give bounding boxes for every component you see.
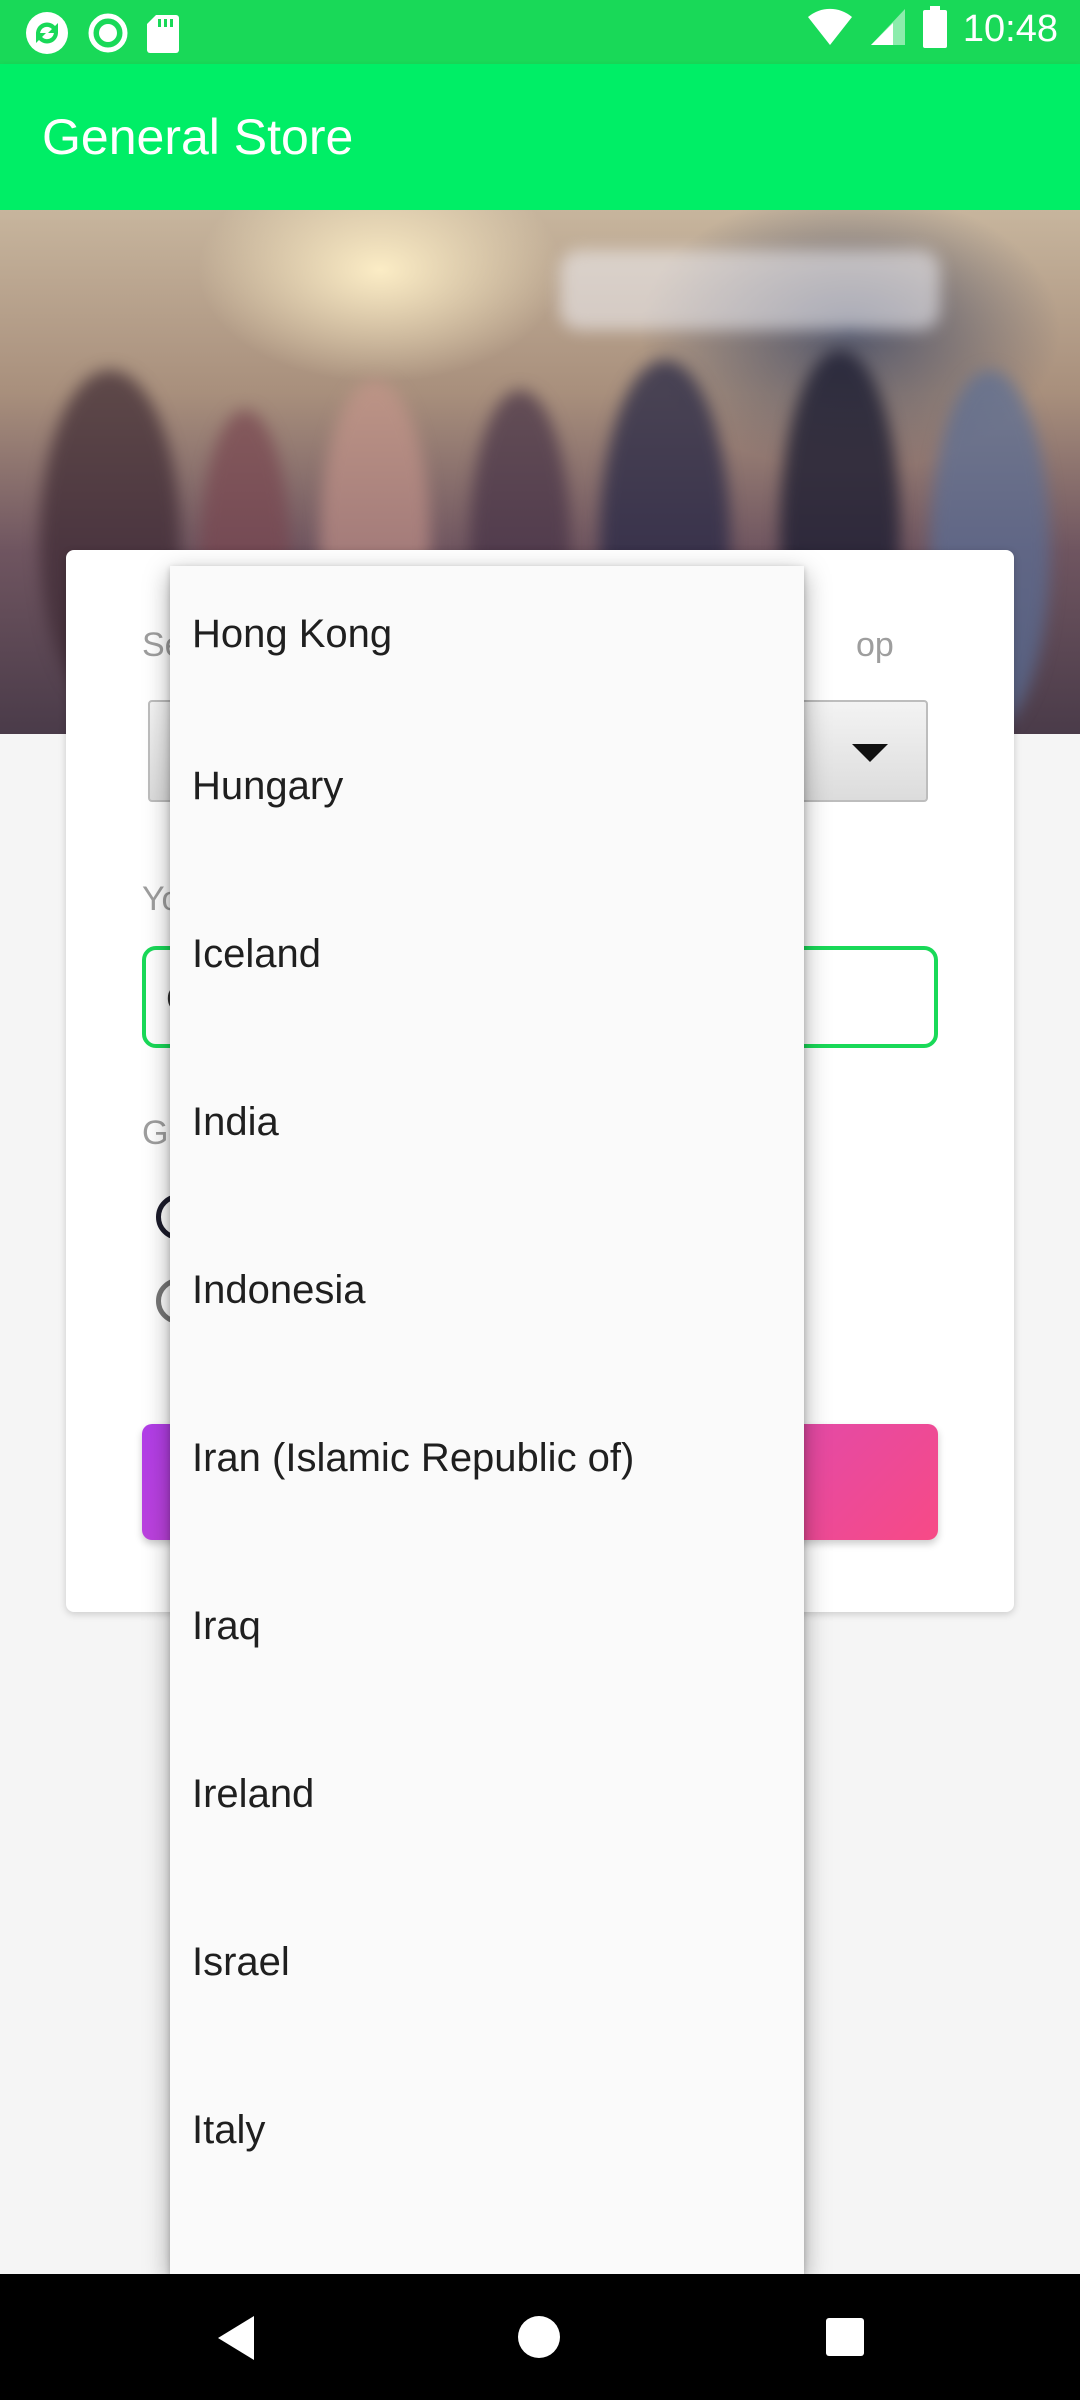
record-icon <box>88 13 128 58</box>
home-icon[interactable] <box>516 2314 562 2365</box>
status-bar: 10:48 <box>0 0 1080 64</box>
wifi-icon <box>807 7 853 52</box>
app-bar: General Store <box>0 64 1080 210</box>
country-dropdown[interactable]: Hong Kong Hungary Iceland India Indonesi… <box>170 566 804 2274</box>
cellular-icon <box>869 7 907 52</box>
battery-icon <box>922 6 947 53</box>
dropdown-item[interactable]: Indonesia <box>170 1206 804 1374</box>
back-icon[interactable] <box>214 2314 258 2367</box>
dropdown-item[interactable]: Hong Kong <box>170 566 804 702</box>
dropdown-item[interactable]: Iraq <box>170 1542 804 1710</box>
dropdown-item[interactable]: India <box>170 1038 804 1206</box>
app-title: General Store <box>42 109 354 165</box>
dropdown-item[interactable]: Hungary <box>170 702 804 870</box>
dropdown-item[interactable]: Ireland <box>170 1710 804 1878</box>
country-label-end: op <box>856 626 894 664</box>
dropdown-item[interactable]: Israel <box>170 1878 804 2046</box>
navigation-bar <box>0 2274 1080 2400</box>
sd-card-icon <box>146 13 180 58</box>
dropdown-item[interactable]: Italy <box>170 2046 804 2214</box>
sync-icon <box>24 10 70 61</box>
recents-icon[interactable] <box>824 2316 866 2363</box>
status-left-icons <box>24 10 180 61</box>
status-right-icons: 10:48 <box>807 6 1058 53</box>
status-time: 10:48 <box>962 8 1058 50</box>
dropdown-arrow-icon <box>852 744 888 762</box>
dropdown-item[interactable]: Iceland <box>170 870 804 1038</box>
dropdown-item[interactable]: Iran (Islamic Republic of) <box>170 1374 804 1542</box>
